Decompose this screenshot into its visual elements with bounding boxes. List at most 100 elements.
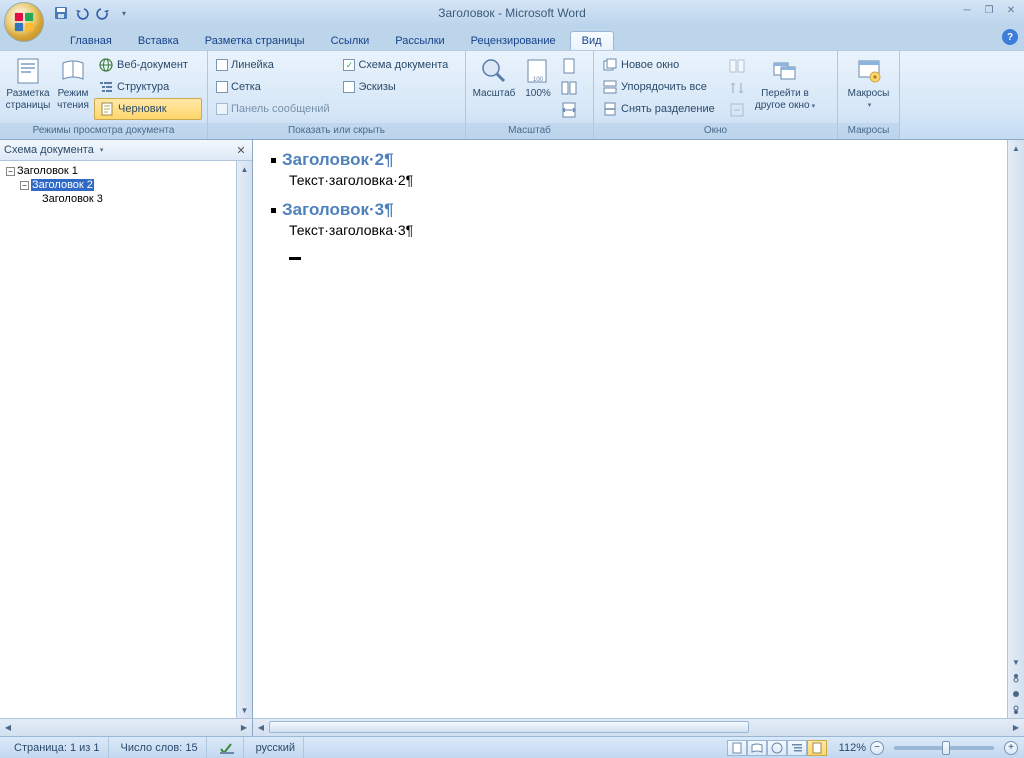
office-button[interactable] xyxy=(4,2,44,42)
scroll-up-icon[interactable]: ▲ xyxy=(1008,140,1024,156)
checkbox-icon xyxy=(343,81,355,93)
zoom-100-button[interactable]: 100 100% xyxy=(518,53,558,121)
draft-button[interactable]: Черновик xyxy=(94,98,202,120)
prev-page-icon[interactable] xyxy=(1008,670,1024,686)
tab-review[interactable]: Рецензирование xyxy=(459,31,568,50)
document-map-tree[interactable]: −Заголовок 1 −Заголовок 2 Заголовок 3 ▲▼ xyxy=(0,161,252,718)
new-window-icon xyxy=(602,57,618,73)
group-window-label: Окно xyxy=(594,123,837,139)
document-content[interactable]: Заголовок·2¶ Текст·заголовка·2¶ Заголово… xyxy=(253,140,1007,718)
tree-collapse-icon[interactable]: − xyxy=(6,167,15,176)
arrange-all-button[interactable]: Упорядочить все xyxy=(598,76,726,98)
zoom-out-button[interactable]: − xyxy=(870,741,884,755)
ruler-checkbox[interactable]: Линейка xyxy=(212,54,339,76)
bullet-icon xyxy=(271,158,276,163)
document-horizontal-scrollbar[interactable]: ◀▶ xyxy=(253,718,1024,736)
redo-button[interactable] xyxy=(94,4,112,22)
document-vertical-scrollbar[interactable]: ▲ ▼ xyxy=(1007,140,1024,718)
zoom-slider-thumb[interactable] xyxy=(942,741,950,755)
outline-horizontal-scrollbar[interactable]: ◀▶ xyxy=(0,718,253,736)
status-page[interactable]: Страница: 1 из 1 xyxy=(6,737,109,758)
print-layout-label1: Разметка xyxy=(6,88,49,99)
reading-layout-button[interactable]: Режим чтения xyxy=(52,53,94,121)
tab-home[interactable]: Главная xyxy=(58,31,124,50)
new-window-button[interactable]: Новое окно xyxy=(598,54,726,76)
scroll-left-icon[interactable]: ◀ xyxy=(253,719,269,736)
restore-button[interactable]: ❐ xyxy=(980,3,998,17)
outline-icon xyxy=(98,79,114,95)
print-layout-label2: страницы xyxy=(6,100,51,111)
switch-windows-button[interactable]: Перейти в другое окно▾ xyxy=(748,53,822,121)
document-map-close-button[interactable]: ✕ xyxy=(234,143,248,157)
proofing-icon xyxy=(219,741,235,755)
zoom-slider[interactable] xyxy=(894,746,994,750)
one-page-button[interactable] xyxy=(558,55,580,77)
macros-button[interactable]: Макросы▾ xyxy=(842,53,895,121)
group-window: Новое окно Упорядочить все Снять разделе… xyxy=(594,51,838,139)
web-layout-icon xyxy=(98,57,114,73)
title-bar: ▾ Заголовок - Microsoft Word ─ ❐ ✕ xyxy=(0,0,1024,26)
scroll-up-icon[interactable]: ▲ xyxy=(237,161,252,177)
close-button[interactable]: ✕ xyxy=(1002,3,1020,17)
thumbnails-checkbox[interactable]: Эскизы xyxy=(339,76,461,98)
group-macros-label: Макросы xyxy=(838,123,899,139)
zoom-icon xyxy=(478,55,510,87)
group-show-hide: Линейка Сетка Панель сообщений ✓Схема до… xyxy=(208,51,466,139)
status-proofing[interactable] xyxy=(211,737,244,758)
minimize-button[interactable]: ─ xyxy=(958,3,976,17)
tab-layout[interactable]: Разметка страницы xyxy=(193,31,317,50)
zoom-button[interactable]: Масштаб xyxy=(470,53,518,121)
next-page-icon[interactable] xyxy=(1008,702,1024,718)
reading-label2: чтения xyxy=(57,100,89,111)
ruler-label: Линейка xyxy=(231,59,274,71)
tree-item-h1[interactable]: −Заголовок 1 xyxy=(2,164,250,178)
web-layout-button[interactable]: Веб-документ xyxy=(94,54,202,76)
browse-object-icon[interactable] xyxy=(1008,686,1024,702)
two-pages-button[interactable] xyxy=(558,77,580,99)
outline-button[interactable]: Структура xyxy=(94,76,202,98)
tab-insert[interactable]: Вставка xyxy=(126,31,191,50)
switch-windows-label1: Перейти в xyxy=(761,88,809,99)
status-bar: Страница: 1 из 1 Число слов: 15 русский … xyxy=(0,736,1024,758)
tree-item-h3[interactable]: Заголовок 3 xyxy=(2,192,250,206)
scroll-right-icon[interactable]: ▶ xyxy=(1008,719,1024,736)
split-button[interactable]: Снять разделение xyxy=(598,98,726,120)
scroll-left-icon[interactable]: ◀ xyxy=(0,719,16,736)
gridlines-label: Сетка xyxy=(231,81,261,93)
text-cursor xyxy=(289,257,301,260)
document-map-dropdown-icon[interactable]: ▾ xyxy=(100,146,104,154)
scroll-right-icon[interactable]: ▶ xyxy=(236,719,252,736)
document-map-checkbox[interactable]: ✓Схема документа xyxy=(339,54,461,76)
help-icon[interactable]: ? xyxy=(1002,29,1018,45)
scroll-down-icon[interactable]: ▼ xyxy=(237,702,252,718)
status-words[interactable]: Число слов: 15 xyxy=(113,737,207,758)
message-bar-label: Панель сообщений xyxy=(231,103,330,115)
gridlines-checkbox[interactable]: Сетка xyxy=(212,76,339,98)
tree-collapse-icon[interactable]: − xyxy=(20,181,29,190)
group-show-label: Показать или скрыть xyxy=(208,123,465,139)
zoom-level[interactable]: 112% xyxy=(839,742,866,754)
tab-references[interactable]: Ссылки xyxy=(319,31,382,50)
outline-vertical-scrollbar[interactable]: ▲▼ xyxy=(236,161,252,718)
undo-button[interactable] xyxy=(73,4,91,22)
group-macros: Макросы▾ Макросы xyxy=(838,51,900,139)
workspace: Схема документа ▾ ✕ −Заголовок 1 −Заголо… xyxy=(0,140,1024,718)
ribbon: Разметка страницы Режим чтения Веб-докум… xyxy=(0,50,1024,140)
page-width-button[interactable] xyxy=(558,99,580,121)
bullet-icon xyxy=(271,208,276,213)
tab-view[interactable]: Вид xyxy=(570,31,614,50)
save-button[interactable] xyxy=(52,4,70,22)
zoom-100-label: 100% xyxy=(525,88,551,99)
tab-mailings[interactable]: Рассылки xyxy=(383,31,456,50)
zoom-in-button[interactable]: + xyxy=(1004,741,1018,755)
scrollbar-thumb[interactable] xyxy=(269,721,749,733)
qat-customize-button[interactable]: ▾ xyxy=(115,4,133,22)
draft-icon xyxy=(99,101,115,117)
print-layout-button[interactable]: Разметка страницы xyxy=(4,53,52,121)
tree-item-h2[interactable]: −Заголовок 2 xyxy=(2,178,250,192)
status-language[interactable]: русский xyxy=(248,737,304,758)
zoom-100-icon: 100 xyxy=(522,55,554,87)
scroll-down-icon[interactable]: ▼ xyxy=(1008,654,1024,670)
window-controls: ─ ❐ ✕ xyxy=(958,3,1020,17)
checkbox-icon xyxy=(216,59,228,71)
